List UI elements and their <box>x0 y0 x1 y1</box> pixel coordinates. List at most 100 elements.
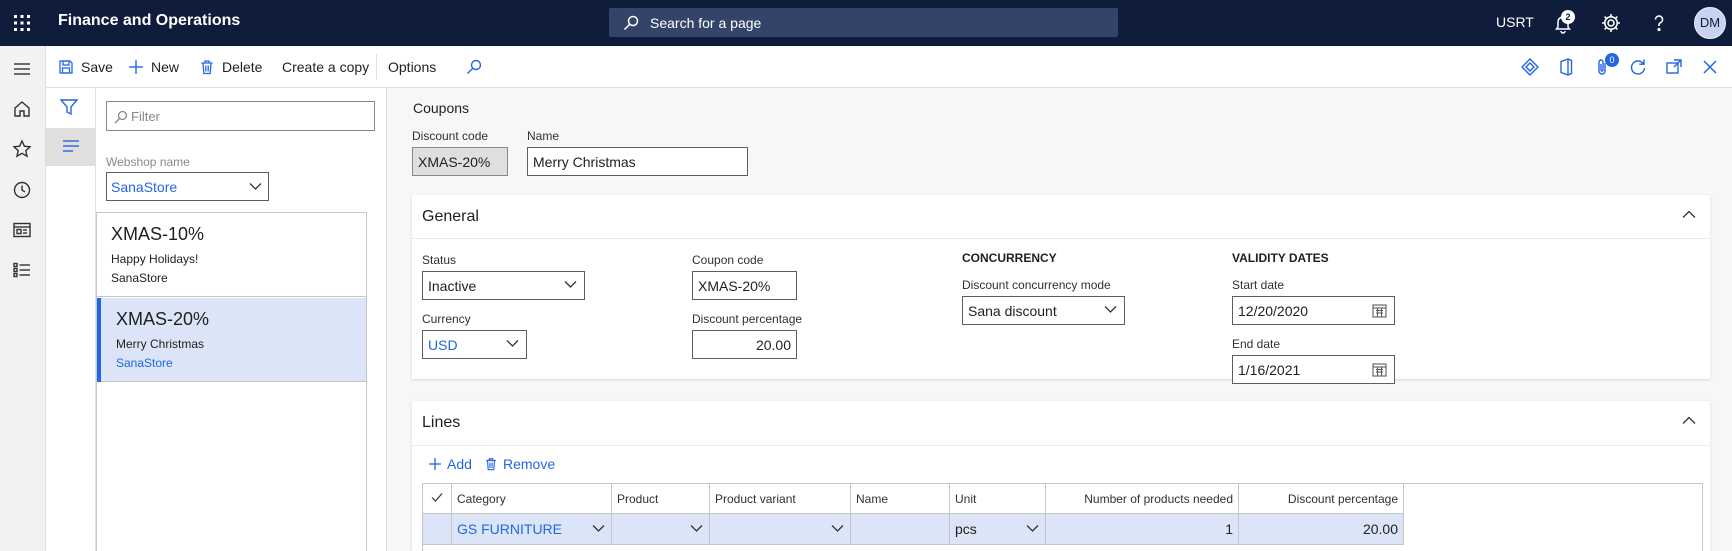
end-date-field[interactable]: 1/16/2021 <box>1232 355 1395 384</box>
delete-button[interactable]: Delete <box>199 57 262 77</box>
concurrency-group-title: CONCURRENCY <box>962 251 1057 265</box>
list-item-name: Happy Holidays! <box>111 252 199 266</box>
concurrency-mode-value: Sana discount <box>968 303 1057 319</box>
column-header-unit[interactable]: Unit <box>950 484 1046 514</box>
filter-funnel-icon[interactable] <box>59 98 83 118</box>
coupon-code-field[interactable]: XMAS-20% <box>692 271 797 300</box>
cell-products-needed[interactable]: 1 <box>1046 514 1239 545</box>
remove-line-button[interactable]: Remove <box>484 456 555 472</box>
chevron-down-icon <box>1104 306 1117 313</box>
discount-percentage-value: 20.00 <box>755 337 791 353</box>
name-field[interactable]: Merry Christmas <box>527 147 748 176</box>
options-label: Options <box>388 59 437 75</box>
column-header-products-needed[interactable]: Number of products needed <box>1046 484 1239 514</box>
app-launcher-icon[interactable] <box>9 10 35 36</box>
power-apps-diamond-icon[interactable] <box>1520 57 1540 77</box>
filter-search-icon <box>114 110 128 124</box>
chevron-down-icon <box>249 183 262 190</box>
cell-products-needed-value: 1 <box>1225 521 1233 537</box>
options-tab[interactable]: Options <box>388 57 436 77</box>
list-item[interactable]: XMAS-20% Merry Christmas SanaStore <box>97 298 366 382</box>
home-icon[interactable] <box>11 98 33 120</box>
column-header-discount-percentage[interactable]: Discount percentage <box>1239 484 1404 514</box>
trash-icon <box>201 60 213 75</box>
row-selector[interactable] <box>423 514 452 545</box>
lines-fasttab-header[interactable]: Lines <box>412 401 1710 445</box>
new-button[interactable]: New <box>128 57 179 77</box>
list-item-webshop: SanaStore <box>116 356 173 370</box>
list-item[interactable]: XMAS-10% Happy Holidays! SanaStore <box>97 213 366 297</box>
company-picker[interactable]: USRT <box>1496 14 1534 30</box>
cell-product[interactable] <box>612 514 710 545</box>
action-search-icon[interactable] <box>466 57 489 77</box>
coupon-list: XMAS-10% Happy Holidays! SanaStore XMAS-… <box>96 212 367 551</box>
name-value: Merry Christmas <box>533 154 636 170</box>
chevron-down-icon <box>1026 525 1039 532</box>
modules-list-icon[interactable] <box>11 259 33 281</box>
filter-input[interactable]: Filter <box>106 101 375 131</box>
calendar-icon[interactable] <box>1372 303 1387 318</box>
status-label: Status <box>422 253 457 267</box>
details-pane: Coupons Discount code XMAS-20% Name Merr… <box>387 88 1732 551</box>
recent-clock-icon[interactable] <box>11 179 33 201</box>
list-item-webshop: SanaStore <box>111 271 168 285</box>
close-icon[interactable] <box>1700 57 1720 77</box>
list-item-code: XMAS-10% <box>111 224 205 244</box>
column-header-product-variant[interactable]: Product variant <box>710 484 851 514</box>
concurrency-mode-select[interactable]: Sana discount <box>962 296 1125 325</box>
save-button[interactable]: Save <box>58 57 113 77</box>
notification-count-badge: 2 <box>1561 10 1575 24</box>
coupon-code-label: Coupon code <box>692 253 764 267</box>
list-pane-toolbar <box>46 88 96 551</box>
lines-title: Lines <box>422 414 461 431</box>
end-date-label: End date <box>1232 337 1281 351</box>
cell-unit-value: pcs <box>955 521 977 537</box>
settings-gear-icon[interactable] <box>1599 11 1623 35</box>
lines-grid: Category Product Product variant Name Un… <box>422 483 1703 551</box>
start-date-field[interactable]: 12/20/2020 <box>1232 296 1395 325</box>
list-item-name: Merry Christmas <box>116 337 205 351</box>
favorites-star-icon[interactable] <box>11 138 33 160</box>
save-icon <box>59 60 73 74</box>
select-all-checkbox[interactable] <box>423 484 452 514</box>
column-header-category[interactable]: Category <box>452 484 612 514</box>
add-icon <box>129 60 143 74</box>
top-navigation-bar: Finance and Operations Search for a page… <box>0 0 1732 46</box>
chevron-up-icon <box>1682 210 1696 218</box>
hamburger-menu-icon[interactable] <box>11 58 33 80</box>
list-item-code: XMAS-20% <box>116 309 210 329</box>
create-copy-label: Create a copy <box>282 59 370 75</box>
add-line-button[interactable]: Add <box>428 456 472 472</box>
calendar-icon[interactable] <box>1372 362 1387 377</box>
currency-select[interactable]: USD <box>422 330 527 359</box>
chevron-up-icon <box>1682 416 1696 424</box>
cell-unit[interactable]: pcs <box>950 514 1046 545</box>
new-label: New <box>151 59 180 75</box>
column-header-name[interactable]: Name <box>851 484 950 514</box>
help-question-icon[interactable] <box>1647 11 1671 35</box>
create-copy-button[interactable]: Create a copy <box>282 57 369 77</box>
general-fasttab-header[interactable]: General <box>412 195 1710 239</box>
cell-name[interactable] <box>851 514 950 545</box>
cell-product-variant[interactable] <box>710 514 851 545</box>
refresh-icon[interactable] <box>1628 57 1648 77</box>
office-icon[interactable] <box>1556 57 1576 77</box>
app-title[interactable]: Finance and Operations <box>58 12 240 30</box>
general-fasttab: General Status Inactive Currency USD Cou… <box>412 195 1710 384</box>
currency-label: Currency <box>422 312 471 326</box>
show-list-icon[interactable] <box>46 128 96 166</box>
user-avatar[interactable]: DM <box>1694 7 1726 39</box>
column-header-product[interactable]: Product <box>612 484 710 514</box>
webshop-name-select[interactable]: SanaStore <box>106 172 269 201</box>
currency-value: USD <box>428 337 458 353</box>
status-select[interactable]: Inactive <box>422 271 585 300</box>
cell-discount-percentage-value: 20.00 <box>1362 521 1398 537</box>
delete-label: Delete <box>222 59 263 75</box>
workspaces-icon[interactable] <box>11 219 33 241</box>
discount-code-label: Discount code <box>412 129 489 143</box>
discount-percentage-field[interactable]: 20.00 <box>692 330 797 359</box>
page-search-box[interactable]: Search for a page <box>609 8 1118 37</box>
cell-discount-percentage[interactable]: 20.00 <box>1239 514 1404 545</box>
cell-category[interactable]: GS FURNITURE <box>452 514 612 545</box>
open-new-window-icon[interactable] <box>1664 57 1684 77</box>
